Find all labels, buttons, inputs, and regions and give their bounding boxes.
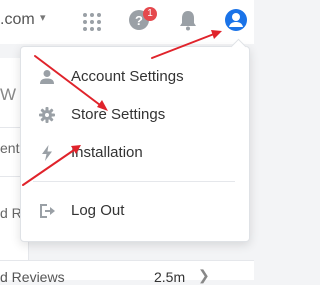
- chevron-right-icon[interactable]: ❯: [198, 267, 210, 284]
- menu-item-label: Store Settings: [71, 106, 166, 123]
- menu-item-store-settings[interactable]: Store Settings: [21, 97, 249, 133]
- background-row-text: ent: [0, 140, 20, 156]
- store-domain[interactable]: .com: [0, 11, 35, 29]
- account-dropdown-menu: Account Settings Store Settings Installa…: [20, 38, 250, 242]
- bell-icon[interactable]: [178, 9, 198, 31]
- menu-item-installation[interactable]: Installation: [21, 135, 249, 171]
- chevron-down-icon[interactable]: ▾: [40, 11, 46, 24]
- notification-count-badge: 1: [143, 7, 157, 21]
- stat-value: 2.5m: [154, 269, 186, 285]
- menu-divider: [33, 181, 235, 182]
- bolt-icon: [42, 145, 52, 161]
- top-bar: .com ▾ ? 1: [0, 0, 254, 44]
- menu-item-label: Installation: [71, 144, 143, 161]
- gear-icon: [39, 107, 55, 123]
- menu-item-account-settings[interactable]: Account Settings: [21, 59, 249, 95]
- menu-item-log-out[interactable]: Log Out: [21, 193, 249, 229]
- menu-item-label: Account Settings: [71, 68, 184, 85]
- background-stat-row[interactable]: d Reviews 2.5m ❯: [0, 260, 254, 285]
- logout-icon: [40, 204, 55, 218]
- svg-text:?: ?: [135, 13, 143, 28]
- user-avatar-icon[interactable]: [224, 8, 248, 32]
- apps-grid-icon[interactable]: [82, 12, 102, 32]
- user-icon: [40, 70, 54, 84]
- stat-label: d Reviews: [0, 269, 65, 285]
- menu-item-label: Log Out: [71, 202, 125, 219]
